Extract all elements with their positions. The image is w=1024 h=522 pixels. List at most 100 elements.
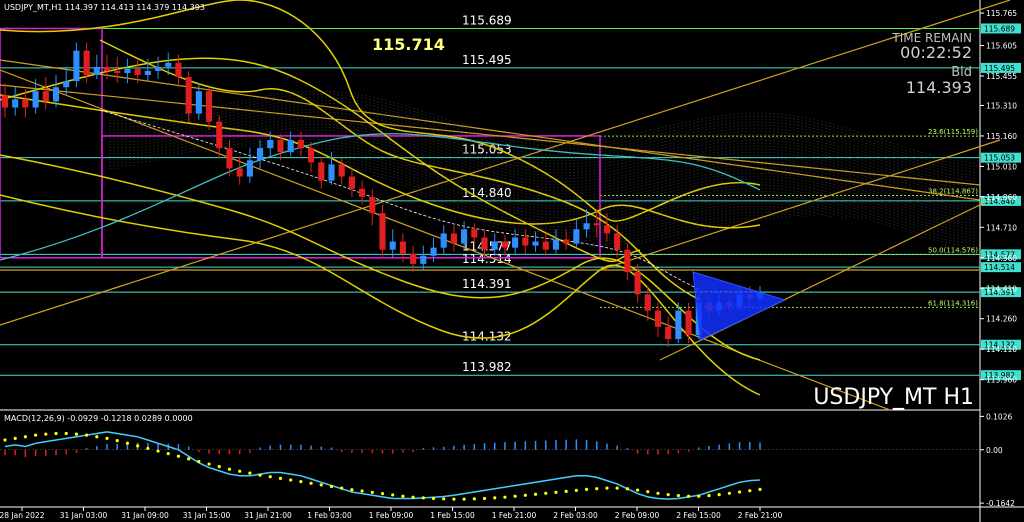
candle-body [12, 99, 19, 108]
macd-signal-dot [136, 444, 140, 448]
y-tick-label: 114.260 [986, 315, 1017, 324]
candle-body [83, 50, 90, 75]
candle-body [73, 50, 80, 82]
level-label: 113.982 [462, 360, 512, 374]
candle-body [165, 62, 172, 67]
macd-signal-dot [737, 490, 742, 494]
candle-body [624, 249, 631, 273]
y-tick-label: 113.960 [986, 376, 1017, 385]
macd-signal-dot [125, 441, 130, 445]
fibo-label: 50.0(114.576) [928, 247, 978, 255]
candle-body [369, 196, 376, 214]
candle-body [195, 91, 202, 114]
candle-body [338, 164, 345, 177]
candle-body [665, 326, 672, 340]
macd-signal-dot [605, 486, 609, 490]
candle-body [246, 160, 253, 177]
macd-signal-dot [278, 476, 283, 480]
y-tick-label: 114.860 [986, 193, 1017, 202]
x-tick-label: 31 Jan 21:00 [244, 511, 292, 520]
candle-body [22, 99, 29, 108]
macd-signal-dot [13, 436, 17, 440]
x-tick-label: 1 Feb 09:00 [369, 511, 414, 520]
macd-signal-dot [95, 435, 99, 439]
x-tick-label: 2 Feb 21:00 [738, 511, 783, 520]
macd-signal-dot [707, 493, 711, 498]
bid-value: 114.393 [906, 78, 972, 97]
macd-signal-dot [544, 491, 548, 495]
y-tick-label: 114.710 [986, 223, 1017, 232]
macd-signal-dot [554, 490, 558, 494]
level-tag: 115.689 [984, 24, 1015, 33]
x-tick-label: 31 Jan 03:00 [60, 511, 108, 520]
candle-body [430, 247, 437, 256]
macd-signal-dot [34, 433, 38, 437]
x-tick-label: 1 Feb 21:00 [492, 511, 537, 520]
y-tick-label: 115.765 [986, 9, 1017, 18]
candle-body [1, 95, 9, 108]
time-remain-value: 00:22:52 [900, 43, 972, 62]
macd-signal-dot [686, 494, 691, 498]
candle-body [175, 62, 182, 78]
macd-y-tick-label: -0.1642 [986, 499, 1015, 508]
macd-signal-dot [758, 487, 762, 491]
level-tag: 114.514 [984, 263, 1015, 272]
y-tick-label: 115.605 [986, 42, 1017, 51]
symbol-header: USDJPY_MT,H1 114.397 114.413 114.379 114… [4, 3, 205, 12]
macd-signal-dot [391, 493, 395, 497]
y-tick-label: 114.110 [986, 345, 1017, 354]
big-price-label: 115.714 [372, 35, 445, 54]
candle-body [328, 164, 335, 181]
macd-signal-dot [3, 438, 7, 442]
candle-body [42, 91, 49, 102]
macd-signal-dot [268, 475, 272, 479]
candle-body [675, 310, 682, 340]
macd-signal-dot [44, 432, 48, 436]
macd-signal-dot [54, 431, 58, 436]
macd-signal-dot [635, 488, 640, 492]
macd-signal-dot [595, 487, 599, 491]
candle-body [348, 176, 355, 189]
candle-body [583, 223, 590, 230]
candle-body [573, 229, 580, 244]
symbol-watermark: USDJPY_MT H1 [813, 385, 974, 410]
candle-body [318, 162, 325, 181]
macd-signal-dot [248, 471, 252, 475]
macd-signal-dot [717, 493, 721, 497]
macd-signal-dot [421, 496, 425, 500]
macd-signal-dot [207, 462, 211, 466]
macd-signal-dot [493, 496, 497, 500]
macd-signal-dot [697, 494, 701, 498]
macd-signal-dot [584, 487, 589, 491]
candle-body [563, 239, 570, 244]
macd-signal-dot [656, 491, 660, 495]
candle-body [532, 241, 539, 246]
candle-body [512, 237, 519, 248]
candle-body [297, 139, 304, 149]
candle-body [593, 223, 600, 226]
level-label: 115.495 [462, 53, 512, 67]
macd-signal-dot [411, 495, 415, 499]
macd-signal-dot [452, 497, 456, 501]
macd-signal-dot [615, 486, 619, 490]
candle-body [236, 168, 243, 177]
x-tick-label: 1 Feb 15:00 [430, 511, 475, 520]
chart-window: 115.689 115.689 115.495 115.495 115.053 115.0… [0, 0, 1024, 522]
candle-body [654, 310, 662, 327]
candle-body [420, 255, 427, 264]
macd-signal-dot [564, 489, 568, 493]
macd-signal-dot [176, 454, 181, 458]
candle-body [389, 241, 396, 250]
x-tick-label: 28 Jan 2022 [0, 511, 45, 520]
macd-signal-dot [289, 478, 293, 482]
y-tick-label: 114.410 [986, 284, 1017, 293]
candle-body [634, 272, 641, 295]
price-chart[interactable]: 115.689115.689115.495115.495115.053115.0… [0, 0, 1024, 522]
candle-body [185, 77, 192, 114]
candle-body [603, 225, 611, 234]
y-tick-label: 115.160 [986, 132, 1017, 141]
macd-signal-dot [574, 488, 578, 492]
candle-body [216, 121, 223, 149]
macd-signal-dot [115, 439, 119, 443]
candle-body [614, 233, 621, 250]
